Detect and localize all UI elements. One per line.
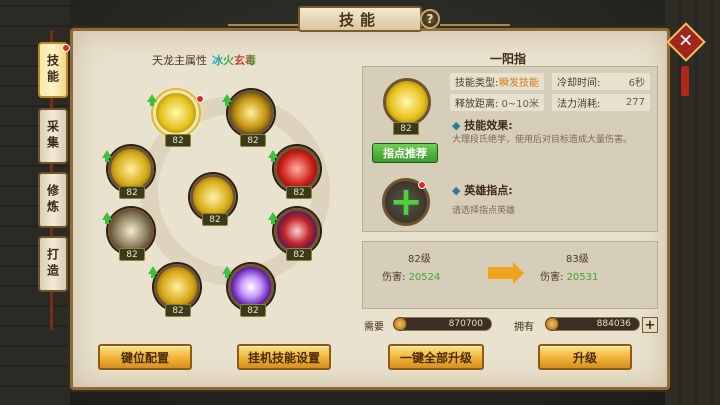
skill-level: 82: [240, 304, 266, 317]
tab-skills-badge: [62, 44, 70, 52]
skill-slot-1-badge: [196, 95, 204, 103]
have-label: 拥有: [514, 322, 534, 333]
skill-level: 82: [165, 134, 191, 147]
stat-mana: 法力消耗: 277: [552, 94, 650, 111]
keybind-config-button[interactable]: 键位配置: [98, 344, 192, 370]
upgrade-arrow-icon: [268, 212, 278, 224]
stat-range: 释放距离: 0~10米: [450, 94, 544, 111]
tab-gather[interactable]: 采集: [38, 108, 68, 164]
coin-icon: [545, 317, 559, 331]
recommend-button[interactable]: 指点推荐: [372, 143, 438, 163]
upgrade-arrow-icon: [102, 212, 112, 224]
stat-cooldown: 冷却时间: 6秒: [552, 73, 650, 90]
upgrade-arrow-icon: [148, 266, 158, 278]
skill-level: 82: [286, 186, 312, 199]
title-bar: 技能: [298, 6, 422, 32]
effect-title: ◆ 技能效果:: [452, 119, 513, 132]
title-ornament-right: [440, 12, 510, 26]
stat-mana-value: 277: [625, 97, 645, 108]
skill-name: 一阳指: [490, 52, 527, 66]
current-skill-level: 82: [393, 122, 419, 135]
plus-icon: +: [389, 179, 423, 225]
upgrade-arrow-icon: [222, 94, 232, 106]
skill-level: 82: [119, 248, 145, 261]
stat-type: 技能类型: 瞬发技能: [450, 73, 544, 90]
help-button[interactable]: ?: [420, 9, 440, 29]
current-damage: 伤害: 20524: [382, 268, 440, 283]
stat-type-label: 技能类型:: [455, 78, 499, 89]
tab-skills-label: 技能: [45, 54, 60, 86]
hero-title-text: 英雄指点:: [464, 184, 513, 197]
coin-icon: [393, 317, 407, 331]
title-ornament-left: [228, 12, 298, 26]
upgrade-arrow-icon: [268, 150, 278, 162]
auto-skill-settings-button[interactable]: 挂机技能设置: [237, 344, 331, 370]
current-damage-value: 20524: [408, 272, 441, 283]
current-skill-icon: [383, 78, 431, 126]
add-hero-badge: [418, 181, 426, 189]
upgrade-all-button[interactable]: 一键全部升级: [388, 344, 484, 370]
skill-slot-1[interactable]: [153, 90, 199, 136]
page-title: 技能: [338, 10, 381, 29]
stat-mana-label: 法力消耗:: [557, 99, 601, 110]
stat-range-label: 释放距离:: [455, 99, 499, 110]
skill-level: 82: [202, 213, 228, 226]
upgrade-arrow-icon: [102, 150, 112, 162]
need-amount: 870700: [394, 317, 492, 331]
current-damage-label: 伤害:: [382, 272, 406, 283]
hero-description: 请选择指点英雄: [452, 206, 516, 216]
skill-level: 82: [286, 248, 312, 261]
tab-gather-label: 采集: [45, 120, 60, 152]
tab-forge-label: 打造: [45, 248, 60, 280]
skill-level: 82: [119, 186, 145, 199]
effect-title-text: 技能效果:: [464, 119, 513, 132]
stat-type-value: 瞬发技能: [499, 78, 539, 89]
upgrade-arrow-icon: [222, 266, 232, 278]
attribute-value: 冰火玄毒: [212, 54, 256, 67]
hero-title: ◆ 英雄指点:: [452, 184, 513, 197]
current-level-label: 82级: [408, 254, 431, 265]
tab-forge[interactable]: 打造: [38, 236, 68, 292]
next-level-label: 83级: [566, 254, 589, 265]
main-attribute: 天龙主属性 冰火玄毒: [152, 50, 288, 70]
next-damage-value: 20531: [566, 272, 599, 283]
have-amount: 884036: [546, 317, 640, 331]
tassel-decoration: [681, 66, 689, 96]
upgrade-arrow-icon: [147, 94, 157, 106]
attribute-label: 天龙主属性: [152, 54, 207, 67]
tab-cultivate[interactable]: 修炼: [38, 172, 68, 228]
close-icon: ✕: [678, 31, 694, 52]
skill-slot-2[interactable]: [228, 90, 274, 136]
stat-cooldown-label: 冷却时间:: [557, 78, 601, 89]
background-scene-right: [665, 0, 720, 405]
next-damage-label: 伤害:: [540, 272, 564, 283]
stat-range-value: 0~10米: [501, 99, 539, 110]
effect-description: 大理段氏绝学，使用后对目标造成大量伤害。: [452, 135, 633, 145]
skill-level: 82: [165, 304, 191, 317]
add-currency-button[interactable]: +: [642, 317, 658, 333]
skill-level: 82: [240, 134, 266, 147]
tab-cultivate-label: 修炼: [45, 184, 60, 216]
arrow-right-icon: [488, 262, 524, 284]
stat-cooldown-value: 6秒: [628, 78, 645, 89]
next-damage: 伤害: 20531: [540, 268, 598, 283]
upgrade-button[interactable]: 升级: [538, 344, 632, 370]
need-label: 需要: [364, 322, 384, 333]
